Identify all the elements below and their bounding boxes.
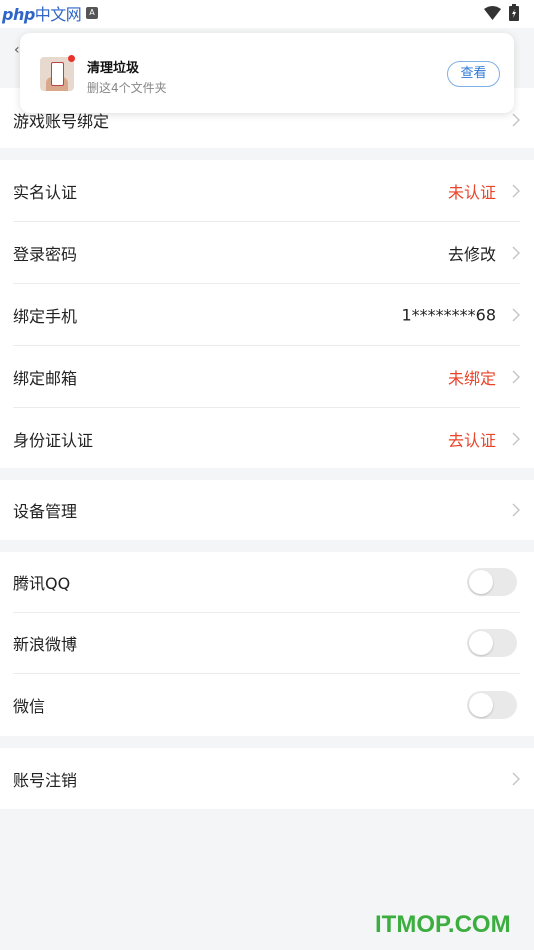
settings-row-qq: 腾讯QQ — [13, 552, 520, 613]
row-label: 绑定邮箱 — [13, 368, 78, 388]
settings-row-login-password[interactable]: 登录密码 去修改 — [13, 222, 520, 284]
cancel-account-group: 账号注销 — [0, 748, 534, 809]
toggle-knob — [469, 570, 493, 594]
row-label: 新浪微博 — [13, 635, 78, 654]
settings-row-bind-phone[interactable]: 绑定手机 1********68 — [13, 284, 520, 346]
chevron-right-icon — [512, 308, 520, 321]
status-value: 未绑定 — [447, 368, 496, 388]
settings-row-device-management[interactable]: 设备管理 — [13, 480, 520, 540]
back-arrow-icon[interactable]: ‹ — [14, 42, 20, 58]
row-label: 微信 — [13, 696, 46, 716]
status-value: 去修改 — [447, 244, 496, 264]
settings-row-real-name[interactable]: 实名认证 未认证 — [13, 160, 520, 222]
row-label: 实名认证 — [13, 182, 78, 202]
device-group: 设备管理 — [0, 480, 534, 540]
battery-icon — [509, 4, 519, 21]
qq-toggle[interactable] — [467, 568, 517, 596]
notification-badge-icon: A — [86, 7, 98, 19]
settings-row-id-verify[interactable]: 身份证认证 去认证 — [13, 408, 520, 470]
chevron-right-icon — [512, 246, 520, 259]
settings-row-cancel-account[interactable]: 账号注销 — [13, 748, 520, 809]
toggle-knob — [469, 631, 493, 655]
row-label: 设备管理 — [13, 502, 78, 521]
phone-value: 1********68 — [401, 305, 496, 324]
weibo-toggle[interactable] — [467, 629, 517, 657]
social-binding-group: 腾讯QQ 新浪微博 微信 — [0, 552, 534, 736]
toggle-knob — [469, 692, 493, 717]
row-label: 账号注销 — [13, 770, 78, 790]
notification-view-button[interactable]: 查看 — [447, 61, 500, 87]
wechat-toggle[interactable] — [467, 690, 517, 719]
status-value: 去认证 — [447, 431, 496, 450]
notification-subtitle: 删这4个文件夹 — [87, 81, 167, 95]
chevron-right-icon — [512, 432, 520, 446]
row-label: 登录密码 — [13, 244, 78, 264]
php-logo: php中文网 — [2, 1, 82, 25]
row-label: 身份证认证 — [13, 431, 94, 450]
status-bar: php中文网 A — [0, 0, 534, 28]
chevron-right-icon — [512, 503, 520, 517]
status-value: 未认证 — [447, 182, 496, 202]
notification-thumbnail — [40, 57, 74, 91]
settings-row-bind-email[interactable]: 绑定邮箱 未绑定 — [13, 346, 520, 408]
chevron-right-icon — [512, 370, 520, 383]
row-label: 腾讯QQ — [13, 574, 71, 593]
logo-text: php — [2, 5, 35, 24]
watermark: ITMOP.COM — [375, 911, 511, 938]
account-security-group: 实名认证 未认证 登录密码 去修改 绑定手机 1********68 绑定邮箱 … — [0, 160, 534, 468]
settings-row-weibo: 新浪微博 — [13, 613, 520, 674]
chevron-right-icon — [512, 184, 520, 197]
chevron-right-icon — [512, 772, 520, 785]
wifi-icon — [484, 6, 501, 20]
chevron-right-icon — [512, 113, 520, 127]
settings-row-wechat: 微信 — [13, 674, 520, 735]
notification-title: 清理垃圾 — [87, 61, 140, 76]
logo-cn: 中文网 — [34, 5, 82, 24]
notification-card[interactable]: 清理垃圾 删这4个文件夹 查看 — [20, 33, 514, 113]
row-label: 绑定手机 — [13, 306, 78, 326]
unread-dot-icon — [68, 55, 75, 62]
